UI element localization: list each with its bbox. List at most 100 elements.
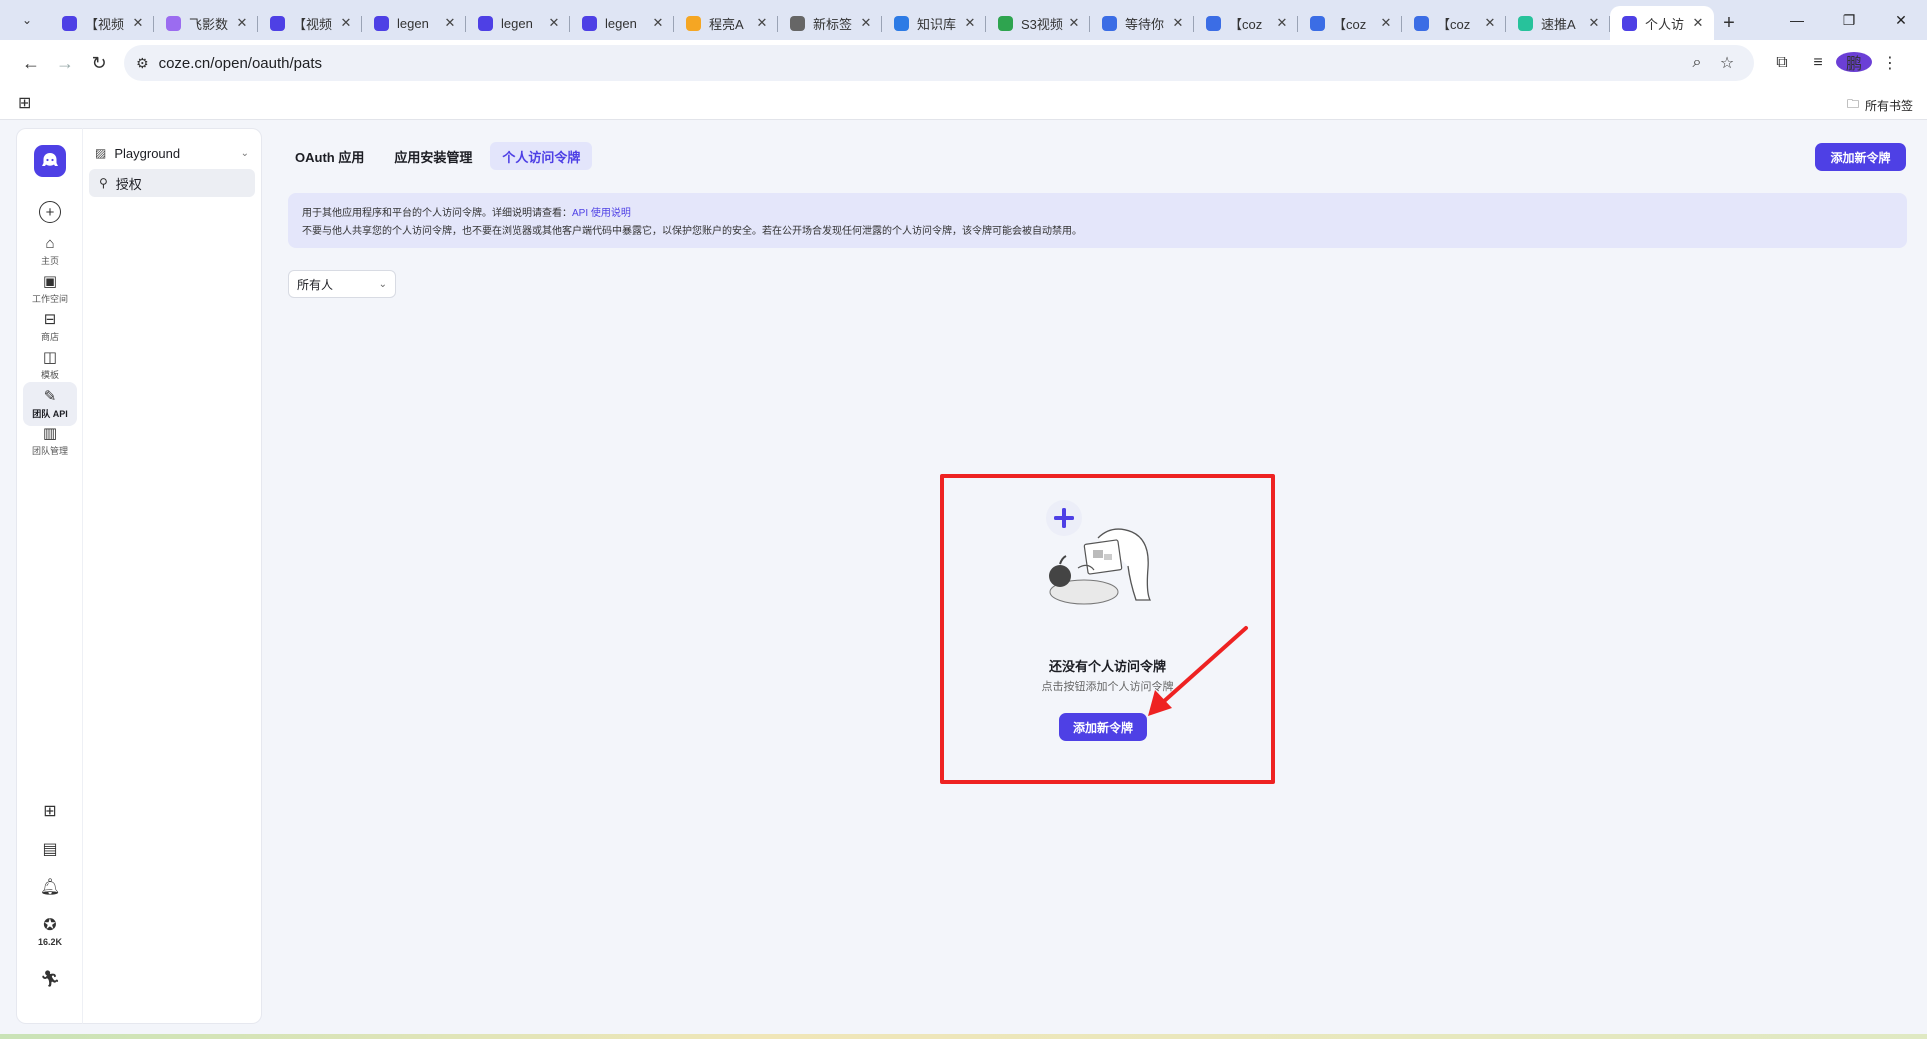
extensions-icon[interactable]: ⧉ bbox=[1764, 54, 1800, 72]
bookmark-star-icon[interactable]: ☆ bbox=[1712, 53, 1742, 73]
tab-close-icon[interactable]: ✕ bbox=[546, 15, 562, 31]
tab-title: legen bbox=[605, 15, 637, 31]
tab-favicon-icon bbox=[998, 15, 1013, 31]
folder-icon: 🗀 bbox=[1846, 97, 1859, 111]
close-window-icon[interactable]: ✕ bbox=[1875, 0, 1927, 40]
restore-icon[interactable]: ❐ bbox=[1823, 0, 1875, 40]
tab-close-icon[interactable]: ✕ bbox=[962, 15, 978, 31]
empty-add-token-button[interactable]: 添加新令牌 bbox=[1059, 713, 1147, 741]
tab-title: 新标签 bbox=[813, 16, 853, 32]
browser-menu-icon[interactable]: ⋮ bbox=[1872, 53, 1908, 73]
tab-title: 知识库 bbox=[917, 16, 957, 32]
rail-item-label: 团队管理 bbox=[31, 445, 68, 456]
browser-tab[interactable]: 【coz ✕ bbox=[1194, 6, 1298, 40]
tab-close-icon[interactable]: ✕ bbox=[650, 15, 666, 31]
rail-item-icon: ◫ bbox=[42, 348, 58, 366]
tab-favicon-icon bbox=[582, 15, 597, 31]
tab-title: legen bbox=[501, 15, 533, 31]
tab-title: 飞影数 bbox=[189, 16, 229, 32]
media-control-icon[interactable]: ≡ bbox=[1800, 54, 1836, 72]
rail-item[interactable]: ▥ 团队管理 bbox=[23, 419, 77, 463]
browser-tab[interactable]: 知识库 ✕ bbox=[882, 6, 986, 40]
playground-icon: ▨ bbox=[95, 146, 107, 160]
tab-close-icon[interactable]: ✕ bbox=[1586, 15, 1602, 31]
sidebar-section-playground[interactable]: ▨ Playground ⌄ bbox=[89, 139, 255, 167]
sidebar-item-label: 授权 bbox=[115, 176, 142, 192]
tab-favicon-icon bbox=[1622, 15, 1637, 31]
minimize-icon[interactable]: — bbox=[1771, 0, 1823, 40]
tab-close-icon[interactable]: ✕ bbox=[1482, 15, 1498, 31]
browser-tab[interactable]: 【视频 ✕ bbox=[50, 6, 154, 40]
tab-favicon-icon bbox=[790, 15, 805, 31]
new-tab-button[interactable]: + bbox=[1714, 6, 1744, 40]
tab-app-installs[interactable]: 应用安装管理 bbox=[382, 142, 484, 170]
url-text[interactable]: coze.cn/open/oauth/pats bbox=[159, 55, 1682, 72]
filter-value: 所有人 bbox=[297, 277, 334, 292]
browser-tab[interactable]: 新标签 ✕ bbox=[778, 6, 882, 40]
github-star-icon[interactable]: ✪ 16.2K bbox=[23, 915, 77, 947]
browser-tab[interactable]: 程亮A ✕ bbox=[674, 6, 778, 40]
coze-logo-icon[interactable] bbox=[34, 145, 66, 177]
sidebar-item-authorization[interactable]: ⚲ 授权 bbox=[89, 169, 255, 197]
bell-icon[interactable]: 🔔︎ bbox=[23, 877, 77, 897]
create-plus-icon[interactable]: + bbox=[39, 201, 61, 223]
window-controls: — ❐ ✕ bbox=[1771, 0, 1927, 40]
tab-favicon-icon bbox=[166, 15, 181, 31]
api-docs-link[interactable]: API 使用说明 bbox=[572, 208, 631, 219]
browser-tab[interactable]: legen ✕ bbox=[466, 6, 570, 40]
tab-close-icon[interactable]: ✕ bbox=[1690, 15, 1706, 31]
browser-tab[interactable]: 速推A ✕ bbox=[1506, 6, 1610, 40]
tab-close-icon[interactable]: ✕ bbox=[1066, 15, 1082, 31]
coze-app: + ⌂ 主页 ▣ 工作空间 ⊟ 商店 ◫ 模板 ✎ 团队 API ▥ 团队管理 ⊞ ▤ 🔔︎ ✪ 16.… bbox=[8, 126, 1927, 1034]
zoom-icon[interactable]: ⌕ bbox=[1682, 54, 1712, 72]
empty-state-highlight: 还没有个人访问令牌 点击按钮添加个人访问令牌 添加新令牌 bbox=[940, 474, 1275, 784]
tab-close-icon[interactable]: ✕ bbox=[754, 15, 770, 31]
browser-tab[interactable]: 等待你 ✕ bbox=[1090, 6, 1194, 40]
tab-close-icon[interactable]: ✕ bbox=[1170, 15, 1186, 31]
left-rail: + ⌂ 主页 ▣ 工作空间 ⊟ 商店 ◫ 模板 ✎ 团队 API ▥ 团队管理 ⊞ ▤ 🔔︎ ✪ 16.… bbox=[16, 128, 82, 1024]
rail-item[interactable]: ◫ 模板 bbox=[23, 343, 77, 387]
user-avatar[interactable]: 🏃︎ bbox=[23, 969, 77, 989]
tab-title: 速推A bbox=[1541, 16, 1576, 32]
browser-tab[interactable]: legen ✕ bbox=[362, 6, 466, 40]
tab-close-icon[interactable]: ✕ bbox=[338, 15, 354, 31]
profile-avatar[interactable]: 鹏 bbox=[1836, 52, 1872, 74]
tab-title: 个人访 bbox=[1645, 16, 1685, 32]
browser-tab[interactable]: 【视频 ✕ bbox=[258, 6, 362, 40]
rail-item-icon: ⌂ bbox=[45, 234, 55, 252]
tab-close-icon[interactable]: ✕ bbox=[1274, 15, 1290, 31]
rail-item-label: 工作空间 bbox=[31, 293, 68, 304]
browser-tab[interactable]: 【coz ✕ bbox=[1402, 6, 1506, 40]
address-bar[interactable]: ⚙ coze.cn/open/oauth/pats ⌕ ☆ bbox=[124, 45, 1754, 81]
browser-tab[interactable]: legen ✕ bbox=[570, 6, 674, 40]
site-info-icon[interactable]: ⚙ bbox=[136, 55, 149, 72]
app-grid-icon[interactable]: ⊞ bbox=[23, 801, 77, 821]
add-token-button[interactable]: 添加新令牌 bbox=[1815, 143, 1906, 171]
bookmarks-bar: ⊞ 🗀 所有书签 bbox=[0, 86, 1927, 120]
sidebar-section-label: Playground bbox=[114, 145, 181, 161]
tab-close-icon[interactable]: ✕ bbox=[858, 15, 874, 31]
tab-close-icon[interactable]: ✕ bbox=[1378, 15, 1394, 31]
chevron-down-icon: ⌄ bbox=[240, 147, 249, 159]
browser-tab[interactable]: 【coz ✕ bbox=[1298, 6, 1402, 40]
tab-oauth-apps[interactable]: OAuth 应用 bbox=[283, 142, 376, 170]
tab-personal-access-tokens[interactable]: 个人访问令牌 bbox=[490, 142, 593, 170]
browser-tab[interactable]: S3视频 ✕ bbox=[986, 6, 1090, 40]
tab-search-icon[interactable]: ⌄ bbox=[12, 5, 42, 35]
forward-arrow-icon[interactable]: → bbox=[48, 46, 82, 80]
tab-close-icon[interactable]: ✕ bbox=[234, 15, 250, 31]
tab-close-icon[interactable]: ✕ bbox=[442, 15, 458, 31]
reload-icon[interactable]: ↻ bbox=[82, 46, 116, 80]
all-bookmarks-folder[interactable]: 🗀 所有书签 bbox=[1847, 95, 1913, 116]
docs-icon[interactable]: ▤ bbox=[23, 839, 77, 859]
notice-line2: 不要与他人共享您的个人访问令牌，也不要在浏览器或其他客户端代码中暴露它，以保护您… bbox=[302, 226, 1082, 237]
tab-favicon-icon bbox=[1414, 15, 1429, 31]
browser-tab[interactable]: 飞影数 ✕ bbox=[154, 6, 258, 40]
owner-filter-select[interactable]: 所有人 ⌄ bbox=[288, 270, 396, 298]
back-arrow-icon[interactable]: ← bbox=[14, 46, 48, 80]
apps-grid-icon[interactable]: ⊞ bbox=[18, 93, 31, 113]
notice-line1: 用于其他应用程序和平台的个人访问令牌。详细说明请查看： bbox=[302, 208, 572, 219]
empty-state-title: 还没有个人访问令牌 bbox=[1048, 659, 1166, 674]
tab-close-icon[interactable]: ✕ bbox=[130, 15, 146, 31]
browser-tab[interactable]: 个人访 ✕ bbox=[1610, 6, 1714, 40]
